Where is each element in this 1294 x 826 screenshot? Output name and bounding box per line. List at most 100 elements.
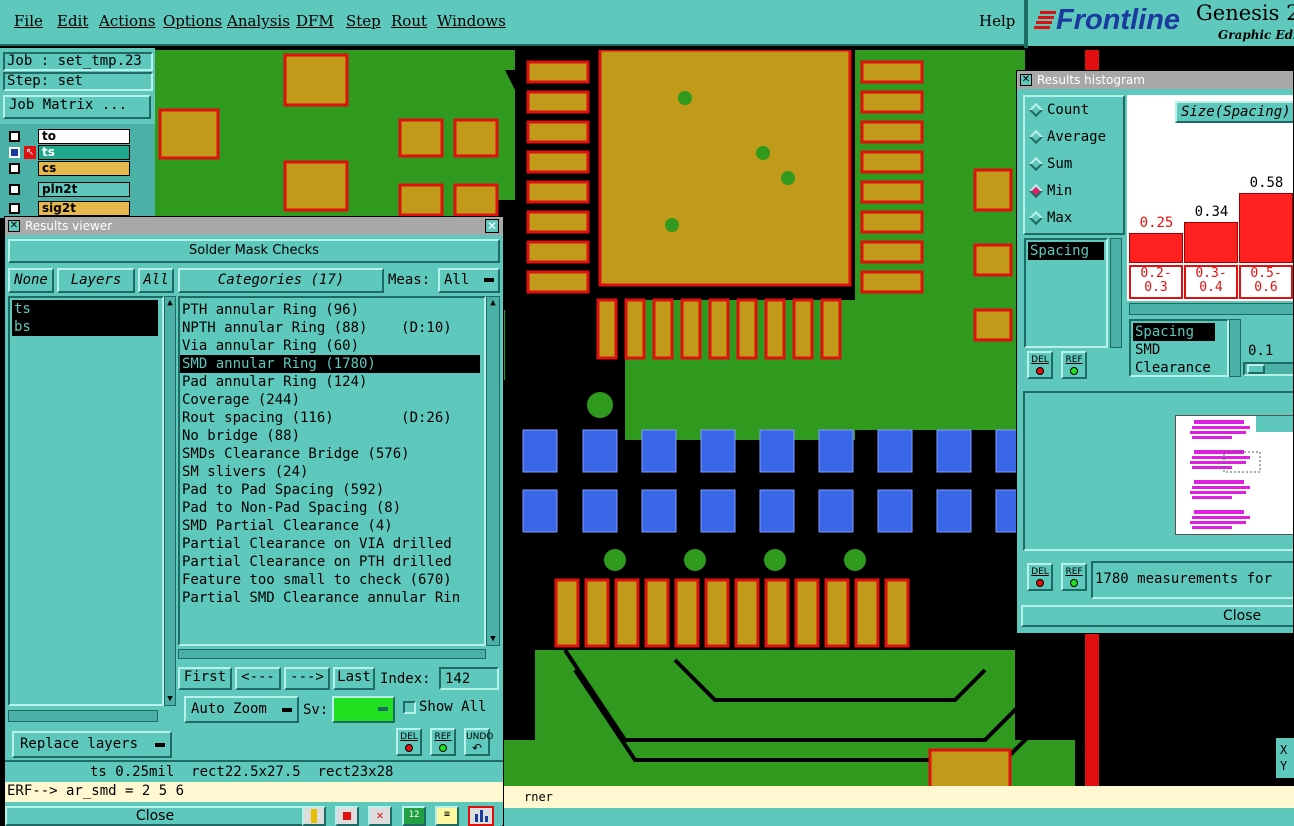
list-item[interactable]: bs	[12, 318, 158, 336]
histogram-delete-button[interactable]: DEL	[1027, 351, 1053, 379]
solder-mask-checks-header[interactable]: Solder Mask Checks	[8, 239, 500, 263]
category-item[interactable]: Partial Clearance on PTH drilled	[180, 553, 484, 571]
radio-diamond-icon[interactable]	[1028, 210, 1044, 226]
radio-diamond-icon[interactable]	[1028, 102, 1044, 118]
radio-diamond-icon[interactable]	[1028, 183, 1044, 199]
category-item[interactable]: Partial Clearance on VIA drilled	[180, 535, 484, 553]
category-item[interactable]: NPTH annular Ring (88) (D:10)	[180, 319, 484, 337]
radio-diamond-icon[interactable]	[1028, 129, 1044, 145]
category-item[interactable]: SM slivers (24)	[180, 463, 484, 481]
bin-size-slider[interactable]	[1243, 362, 1293, 376]
index-input[interactable]	[439, 667, 499, 690]
category-item[interactable]: SMDs Clearance Bridge (576)	[180, 445, 484, 463]
menu-windows[interactable]: Windows	[437, 12, 506, 30]
bar-range-label[interactable]: 0.3- 0.4	[1184, 265, 1238, 299]
category-item[interactable]: Pad annular Ring (124)	[180, 373, 484, 391]
close-icon[interactable]: ✕	[485, 219, 499, 233]
preview-refresh-button[interactable]: REF	[1061, 563, 1087, 591]
scroll-down-arrow-icon[interactable]: ▼	[165, 693, 175, 705]
list-item[interactable]: Clearance	[1131, 359, 1227, 377]
histogram-icon[interactable]	[468, 806, 494, 826]
layer-list-vscrollbar[interactable]: ▲ ▼	[164, 296, 176, 706]
layer-checkbox[interactable]	[9, 163, 20, 174]
categories-vscrollbar[interactable]: ▲ ▼	[486, 296, 500, 646]
radio-diamond-icon[interactable]	[1028, 156, 1044, 172]
category-item[interactable]: Via annular Ring (60)	[180, 337, 484, 355]
menu-actions[interactable]: Actions	[99, 12, 155, 30]
next-button[interactable]: --->	[284, 667, 330, 690]
layer-row-sig2t[interactable]: sig2t	[6, 201, 154, 216]
severity-color-dropdown[interactable]	[332, 696, 395, 723]
refresh-result-button[interactable]: REF	[430, 728, 456, 756]
mode-option-sum[interactable]: Sum	[1025, 151, 1123, 178]
numbering-icon[interactable]: 12	[402, 806, 426, 826]
category-item[interactable]: Pad to Non-Pad Spacing (8)	[180, 499, 484, 517]
category-item[interactable]: Coverage (244)	[180, 391, 484, 409]
layer-list-hscrollbar[interactable]	[8, 710, 158, 722]
slider-handle[interactable]	[1247, 364, 1265, 374]
menu-help[interactable]: Help	[979, 12, 1015, 30]
categories-list[interactable]: PTH annular Ring (96) NPTH annular Ring (…	[178, 296, 486, 646]
all-button[interactable]: All	[138, 268, 174, 293]
histogram-bar[interactable]	[1239, 193, 1293, 263]
mode-option-max[interactable]: Max	[1025, 205, 1123, 232]
mode-option-count[interactable]: Count	[1025, 97, 1123, 124]
mode-option-average[interactable]: Average	[1025, 124, 1123, 151]
histogram-bar[interactable]	[1129, 233, 1183, 263]
graph-icon[interactable]	[302, 806, 326, 826]
window-menu-icon[interactable]: ✕	[8, 220, 20, 232]
histogram-refresh-button[interactable]: REF	[1061, 351, 1087, 379]
scroll-up-arrow-icon[interactable]: ▲	[487, 297, 499, 309]
list-item[interactable]: ts	[12, 300, 158, 318]
auto-zoom-dropdown[interactable]: Auto Zoom	[184, 696, 299, 723]
layer-row-pln2t[interactable]: pln2t	[6, 182, 154, 197]
menu-step[interactable]: Step	[346, 12, 381, 30]
layer-checkbox[interactable]	[9, 147, 20, 158]
scroll-up-arrow-icon[interactable]: ▲	[165, 297, 175, 309]
menu-file[interactable]: File	[14, 12, 43, 30]
layers-button[interactable]: Layers	[57, 268, 135, 293]
category-item[interactable]: Rout spacing (116) (D:26)	[180, 409, 484, 427]
histogram-field-list[interactable]: Spacing	[1024, 238, 1108, 348]
list-item[interactable]: SMD	[1131, 341, 1227, 359]
mini-board-preview[interactable]	[1175, 415, 1293, 535]
notes-icon[interactable]: ≡	[435, 806, 459, 826]
category-item[interactable]: SMD Partial Clearance (4)	[180, 517, 484, 535]
category-item[interactable]: SMD annular Ring (1780)	[180, 355, 480, 373]
reject-icon[interactable]: ✕	[368, 806, 392, 826]
show-all-checkbox[interactable]	[403, 701, 416, 714]
category-item[interactable]: No bridge (88)	[180, 427, 484, 445]
layer-checkbox[interactable]	[9, 203, 20, 214]
last-button[interactable]: Last	[333, 667, 375, 690]
category-item[interactable]: Feature too small to check (670)	[180, 571, 484, 589]
replace-layers-dropdown[interactable]: Replace layers	[12, 731, 172, 758]
layer-row-cs[interactable]: cs	[6, 161, 154, 176]
bar-range-label[interactable]: 0.5- 0.6	[1239, 265, 1293, 299]
category-item[interactable]: PTH annular Ring (96)	[180, 301, 484, 319]
histogram-close-button[interactable]: Close	[1021, 605, 1293, 627]
job-matrix-button[interactable]: Job Matrix ...	[3, 95, 151, 119]
menu-options[interactable]: Options	[163, 12, 222, 30]
layer-checkbox[interactable]	[9, 184, 20, 195]
close-button[interactable]: Close	[5, 806, 305, 826]
results-viewer-titlebar[interactable]: ✕ Results viewer ✕	[5, 217, 503, 235]
layer-checkbox[interactable]	[9, 131, 20, 142]
histogram-bar[interactable]	[1184, 222, 1238, 263]
menu-dfm[interactable]: DFM	[296, 12, 334, 30]
menu-edit[interactable]: Edit	[57, 12, 88, 30]
layer-row-ts[interactable]: ↖ ts	[6, 145, 154, 160]
menu-analysis[interactable]: Analysis	[227, 12, 290, 30]
histogram-hscrollbar[interactable]	[1129, 303, 1293, 315]
previous-button[interactable]: <---	[235, 667, 281, 690]
categories-hscrollbar[interactable]	[178, 649, 486, 659]
histogram-titlebar[interactable]: ✕ Results histogram	[1017, 71, 1293, 89]
menu-rout[interactable]: Rout	[391, 12, 427, 30]
mode-option-min[interactable]: Min	[1025, 178, 1123, 205]
size-spacing-label[interactable]: Size(Spacing)	[1175, 101, 1293, 123]
delete-result-button[interactable]: DEL	[396, 728, 422, 756]
window-menu-icon[interactable]: ✕	[1020, 74, 1032, 86]
layer-row-to[interactable]: to	[6, 129, 154, 144]
meas-dropdown[interactable]: All	[438, 268, 500, 293]
category-item[interactable]: Partial SMD Clearance annular Rin	[180, 589, 484, 607]
list2-scrollbar[interactable]	[1229, 319, 1241, 377]
